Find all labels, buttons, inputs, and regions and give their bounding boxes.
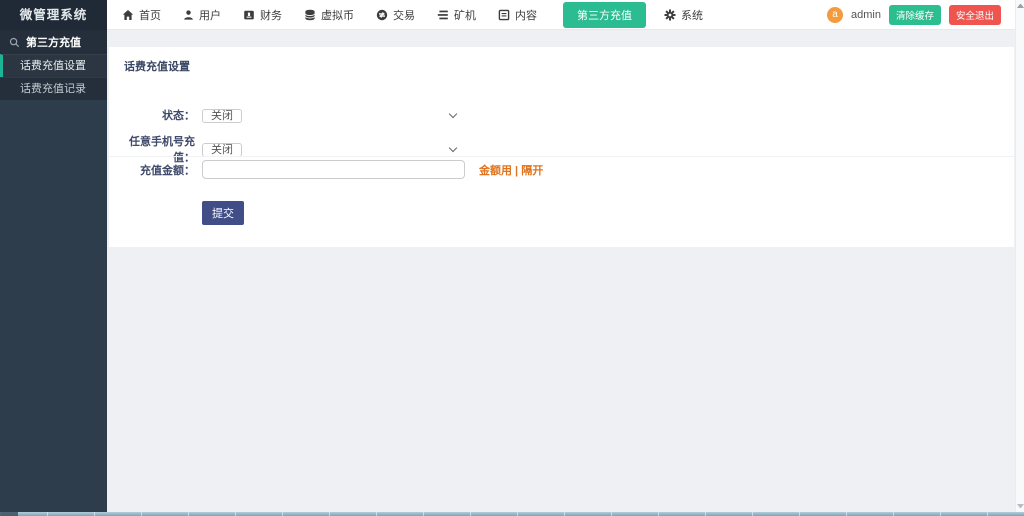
sidebar-section-label: 第三方充值 xyxy=(26,34,81,50)
nav-item-content[interactable]: 内容 xyxy=(498,7,537,23)
logout-button[interactable]: 安全退出 xyxy=(949,5,1001,25)
sidebar: 微管理系统 第三方充值 话费充值设置 话费充值记录 xyxy=(0,0,107,512)
top-navbar: 首页 用户 财务 虚拟币 xyxy=(107,0,1015,30)
coins-icon xyxy=(304,9,316,21)
nav-item-system[interactable]: 系统 xyxy=(664,7,703,23)
gear-icon xyxy=(664,9,676,21)
finance-icon xyxy=(243,9,255,21)
recharge-amount-input[interactable] xyxy=(202,160,465,179)
clear-cache-button[interactable]: 清除缓存 xyxy=(889,5,941,25)
sidebar-item-recharge-settings[interactable]: 话费充值设置 xyxy=(0,54,107,77)
app-title: 微管理系统 xyxy=(0,0,107,30)
nav-item-label: 交易 xyxy=(393,7,415,23)
exchange-icon xyxy=(376,9,388,21)
vertical-scrollbar[interactable] xyxy=(1015,0,1024,512)
recharge-settings-card: 话费充值设置 状态： 关闭 任意手机号充值： 关闭 充值金额： 金额用 xyxy=(109,47,1014,247)
scroll-down-icon[interactable] xyxy=(1017,504,1024,508)
nav-item-label: 首页 xyxy=(139,7,161,23)
chevron-down-icon xyxy=(449,145,456,152)
sidebar-menu: 第三方充值 话费充值设置 话费充值记录 xyxy=(0,30,107,100)
status-label: 状态： xyxy=(109,107,195,123)
amount-label: 充值金额： xyxy=(109,162,195,178)
nav-item-label: 虚拟币 xyxy=(321,7,354,23)
nav-item-label: 矿机 xyxy=(454,7,476,23)
submit-button[interactable]: 提交 xyxy=(202,201,244,225)
nav-item-miner[interactable]: 矿机 xyxy=(437,7,476,23)
card-title: 话费充值设置 xyxy=(124,58,190,74)
sidebar-item-recharge-records[interactable]: 话费充值记录 xyxy=(0,77,107,100)
scroll-up-icon[interactable] xyxy=(1017,4,1024,8)
user-icon xyxy=(183,9,194,21)
nav-item-virtual-coin[interactable]: 虚拟币 xyxy=(304,7,354,23)
content-area: 首页 用户 财务 虚拟币 xyxy=(107,0,1015,512)
username: admin xyxy=(851,9,881,21)
nav-item-label: 系统 xyxy=(681,7,703,23)
nav-item-third-party-recharge[interactable]: 第三方充值 xyxy=(563,2,646,28)
nav-item-label: 用户 xyxy=(199,7,221,23)
nav-item-label: 内容 xyxy=(515,7,537,23)
content-icon xyxy=(498,9,510,21)
app-window: 微管理系统 第三方充值 话费充值设置 话费充值记录 首页 xyxy=(0,0,1024,516)
taskbar-sliver[interactable] xyxy=(0,512,1024,516)
home-icon xyxy=(122,9,134,21)
search-icon xyxy=(9,37,20,48)
menu-item-label: 话费充值记录 xyxy=(20,83,86,95)
status-select[interactable]: 关闭 xyxy=(202,106,465,124)
menu-item-label: 话费充值设置 xyxy=(20,60,86,72)
nav-item-finance[interactable]: 财务 xyxy=(243,7,282,23)
nav-item-trade[interactable]: 交易 xyxy=(376,7,415,23)
amount-hint: 金额用 | 隔开 xyxy=(479,162,543,178)
any-phone-select-value[interactable]: 关闭 xyxy=(202,143,242,157)
nav-item-users[interactable]: 用户 xyxy=(183,7,221,23)
status-select-value[interactable]: 关闭 xyxy=(202,109,242,123)
form-row-status: 状态： 关闭 xyxy=(109,106,1014,124)
chevron-down-icon xyxy=(449,111,456,118)
topbar-user-area: a admin 清除缓存 安全退出 xyxy=(827,5,1015,25)
nav-item-home[interactable]: 首页 xyxy=(122,7,161,23)
miner-icon xyxy=(437,9,449,21)
form-row-amount: 充值金额： 金额用 | 隔开 xyxy=(109,160,1014,179)
nav-item-label: 财务 xyxy=(260,7,282,23)
form-divider xyxy=(109,156,1014,157)
nav-item-label: 第三方充值 xyxy=(577,7,632,23)
sidebar-section-third-party-recharge[interactable]: 第三方充值 xyxy=(0,30,107,54)
avatar[interactable]: a xyxy=(827,7,843,23)
